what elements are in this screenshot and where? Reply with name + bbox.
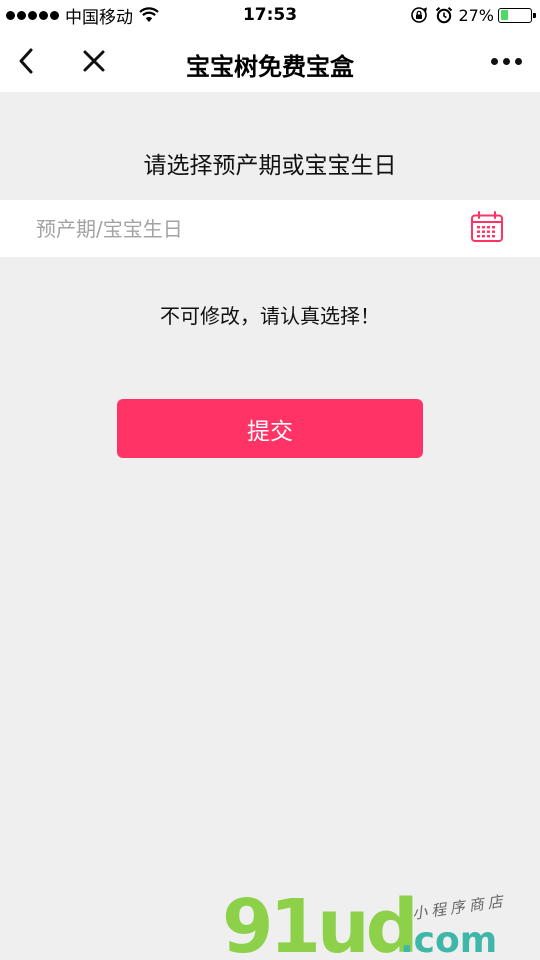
status-bar: 中国移动 17:53 27% [0,0,540,30]
date-field-row[interactable] [0,200,540,257]
alarm-icon [436,7,453,24]
watermark-logo: 91ud .com 小程序商店 [222,878,522,958]
more-dots-icon [490,57,498,65]
more-dots-icon [514,57,522,65]
submit-button[interactable]: 提交 [117,399,423,458]
watermark-tagline: 小程序商店 [411,892,508,923]
battery-percent: 27% [458,5,494,25]
calendar-icon[interactable] [470,211,504,243]
page-title: 宝宝树免费宝盒 [186,53,354,81]
status-right: 27% [410,5,536,25]
nav-bar: 宝宝树免费宝盒 [0,30,540,92]
more-dots-icon [502,57,510,65]
watermark-domain-text: .com [400,920,497,958]
watermark-logo-text: 91ud [222,884,415,958]
more-button[interactable] [486,43,526,79]
orientation-lock-icon [411,7,428,23]
battery-icon [498,7,536,23]
warning-text: 不可修改，请认真选择！ [160,304,380,328]
due-date-input[interactable] [36,200,456,257]
battery-fill [500,10,509,20]
date-prompt: 请选择预产期或宝宝生日 [143,153,397,179]
